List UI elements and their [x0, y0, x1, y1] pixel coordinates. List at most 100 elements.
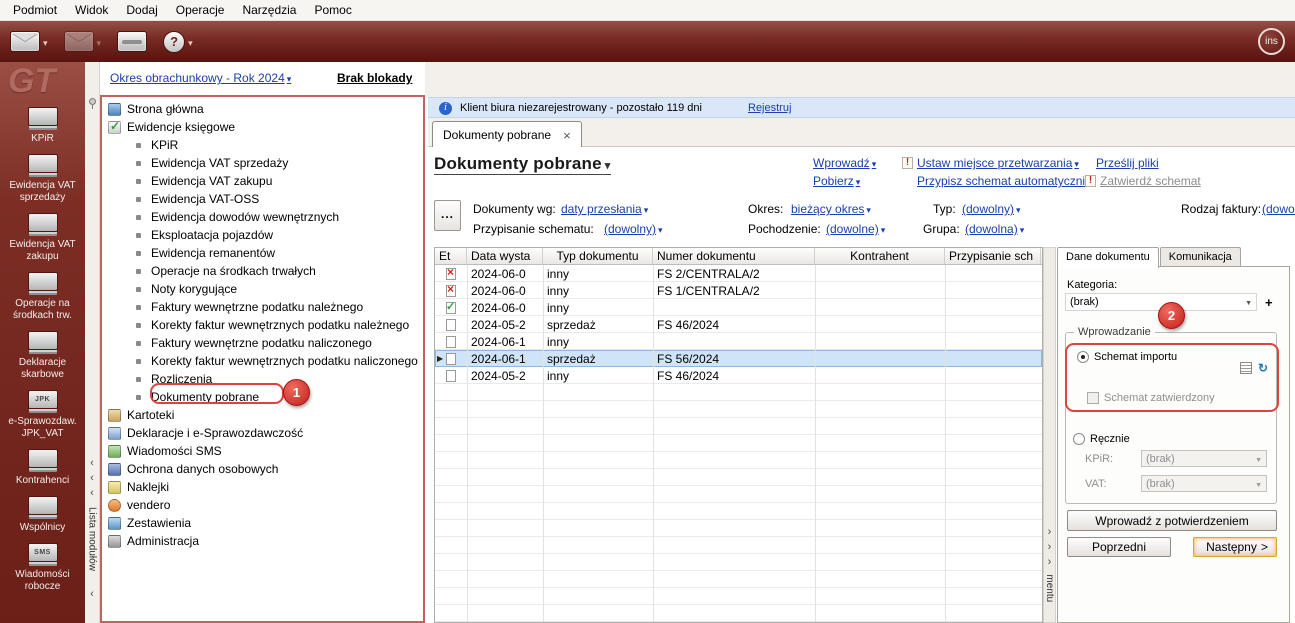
dropdown-caret-icon[interactable]	[188, 35, 193, 49]
przypisz-schemat-link[interactable]: Przypisz schemat automatycznie	[917, 174, 1092, 188]
tree-item[interactable]: Korekty faktur wewnętrznych podatku nale…	[102, 316, 423, 334]
menu-item[interactable]: Pomoc	[305, 0, 360, 20]
tree-item[interactable]: vendero	[102, 496, 423, 514]
lock-status-link[interactable]: Brak blokady	[337, 71, 412, 85]
column-header[interactable]: Kontrahent	[815, 248, 945, 264]
column-header[interactable]: Przypisanie sch	[945, 248, 1041, 264]
column-header[interactable]: Data wysta	[467, 248, 543, 264]
poprzedni-button[interactable]: Poprzedni	[1067, 537, 1171, 557]
accounting-period-link[interactable]: Okres obrachunkowy - Rok 2024	[110, 71, 291, 85]
table-row[interactable]: 2024-05-2 sprzedaż FS 46/2024	[435, 316, 1042, 333]
table-row[interactable]: 2024-06-1 inny	[435, 333, 1042, 350]
insert-logo-badge[interactable]: ins	[1258, 28, 1285, 55]
column-header[interactable]: Numer dokumentu	[653, 248, 815, 264]
help-button[interactable]	[163, 31, 193, 53]
tree-item[interactable]: Kartoteki	[102, 406, 423, 424]
tree-item[interactable]: Ochrona danych osobowych	[102, 460, 423, 478]
tree-item[interactable]: Operacje na środkach trwałych	[102, 262, 423, 280]
dropdown-caret-icon[interactable]	[43, 35, 48, 49]
schemat-importu-option[interactable]: Schemat importu	[1077, 351, 1177, 363]
tree-item[interactable]: Faktury wewnętrzne podatku naliczonego	[102, 334, 423, 352]
column-header[interactable]: Typ dokumentu	[543, 248, 653, 264]
tree-item[interactable]: Deklaracje i e-Sprawozdawczość	[102, 424, 423, 442]
menu-item[interactable]: Narzędzia	[233, 0, 305, 20]
nastepny-button[interactable]: Następny>	[1193, 537, 1277, 557]
filter-przypisanie-value[interactable]: (dowolny)	[604, 222, 663, 236]
send-message-button[interactable]	[64, 31, 102, 52]
tab-komunikacja[interactable]: Komunikacja	[1160, 247, 1241, 267]
table-row[interactable]: 2024-06-0 inny	[435, 299, 1042, 316]
menu-item[interactable]: Widok	[66, 0, 117, 20]
collapse-chevrons[interactable]	[90, 455, 94, 501]
tree-item[interactable]: Ewidencja VAT zakupu	[102, 172, 423, 190]
module-item[interactable]: KPiR	[0, 107, 85, 145]
module-item[interactable]: Kontrahenci	[0, 449, 85, 487]
pin-icon[interactable]	[89, 98, 96, 105]
radio-schemat-importu[interactable]	[1077, 351, 1089, 363]
tree-item[interactable]: Faktury wewnętrzne podatku należnego	[102, 298, 423, 316]
chevron-left-icon[interactable]	[90, 586, 94, 601]
filter-dokumenty-wg-value[interactable]: daty przesłania	[561, 202, 648, 216]
module-item[interactable]: SMS Wiadomości robocze	[0, 543, 85, 593]
table-row[interactable]: 2024-06-0 inny FS 1/CENTRALA/2	[435, 282, 1042, 299]
module-item[interactable]: Ewidencja VAT zakupu	[0, 213, 85, 263]
checkbox-schemat-zatwierdzony[interactable]	[1087, 392, 1099, 404]
add-category-button[interactable]: +	[1265, 295, 1273, 310]
tree-item[interactable]: Ewidencja dowodów wewnętrznych	[102, 208, 423, 226]
table-row[interactable]: 2024-06-1 sprzedaż FS 56/2024	[435, 350, 1042, 367]
wprowadz-link[interactable]: Wprowadź	[813, 156, 876, 170]
tree-item[interactable]: Ewidencja remanentów	[102, 244, 423, 262]
filter-grupa-value[interactable]: (dowolna)	[965, 222, 1024, 236]
module-item[interactable]: Operacje na środkach trw.	[0, 272, 85, 322]
tree-item[interactable]: Korekty faktur wewnętrznych podatku nali…	[102, 352, 423, 370]
tree-item[interactable]: Zestawienia	[102, 514, 423, 532]
refresh-icon[interactable]	[1258, 361, 1268, 375]
tree-item[interactable]: Dokumenty pobrane	[102, 388, 423, 406]
schemat-zatwierdzony-option[interactable]: Schemat zatwierdzony	[1087, 392, 1215, 404]
tab-dane-dokumentu[interactable]: Dane dokumentu	[1057, 247, 1159, 268]
filter-rodzaj-faktury-value[interactable]: (dowolny)	[1262, 202, 1295, 216]
radio-recznie[interactable]	[1073, 433, 1085, 445]
menu-item[interactable]: Dodaj	[117, 0, 166, 20]
ustaw-miejsce-link[interactable]: Ustaw miejsce przetwarzania	[917, 156, 1079, 170]
register-link[interactable]: Rejestruj	[748, 102, 791, 114]
menu-item[interactable]: Podmiot	[4, 0, 66, 20]
module-item[interactable]: Ewidencja VAT sprzedaży	[0, 154, 85, 204]
collapse-chevrons[interactable]	[1048, 524, 1052, 570]
column-header[interactable]: Et	[435, 248, 467, 264]
recznie-option[interactable]: Ręcznie	[1073, 433, 1130, 445]
module-item[interactable]: Wspólnicy	[0, 496, 85, 534]
przeslij-pliki-link[interactable]: Prześlij pliki	[1096, 156, 1159, 170]
tree-item[interactable]: Ewidencja VAT-OSS	[102, 190, 423, 208]
stamp-button[interactable]	[117, 31, 147, 52]
tree-item[interactable]: Noty korygujące	[102, 280, 423, 298]
more-filters-button[interactable]: ...	[434, 200, 461, 231]
tree-item[interactable]: Strona główna	[102, 100, 423, 118]
module-item[interactable]: JPK e-Sprawozdaw. JPK_VAT	[0, 390, 85, 440]
tree-item[interactable]: Administracja	[102, 532, 423, 550]
tree-item[interactable]: Ewidencja VAT sprzedaży	[102, 154, 423, 172]
panel-collapse-strip[interactable]: Dane dokumentu	[1043, 247, 1056, 623]
filter-pochodzenie-value[interactable]: (dowolne)	[826, 222, 885, 236]
menu-item[interactable]: Operacje	[167, 0, 234, 20]
new-message-button[interactable]	[10, 31, 48, 52]
tree-item[interactable]: Eksploatacja pojazdów	[102, 226, 423, 244]
pobierz-link[interactable]: Pobierz	[813, 174, 860, 188]
module-item[interactable]: Deklaracje skarbowe	[0, 331, 85, 381]
wprowadz-z-potwierdzeniem-button[interactable]: Wprowadź z potwierdzeniem	[1067, 510, 1277, 531]
tab-dokumenty-pobrane[interactable]: Dokumenty pobrane	[432, 121, 582, 148]
table-row[interactable]: 2024-05-2 inny FS 46/2024	[435, 367, 1042, 384]
schemat-list-icon[interactable]	[1240, 362, 1252, 374]
tab-close-icon[interactable]	[563, 128, 571, 143]
filter-okres-value[interactable]: bieżący okres	[791, 202, 871, 216]
filter-typ-value[interactable]: (dowolny)	[962, 202, 1021, 216]
tree-item[interactable]: Ewidencje księgowe	[102, 118, 423, 136]
collapsed-tab-label[interactable]: Dane dokumentu	[1044, 574, 1055, 602]
zatwierdz-schemat-link[interactable]: Zatwierdź schemat	[1100, 174, 1201, 188]
page-title[interactable]: Dokumenty pobrane	[434, 154, 611, 175]
tree-item[interactable]: Naklejki	[102, 478, 423, 496]
tree-item[interactable]: Wiadomości SMS	[102, 442, 423, 460]
vat-dropdown[interactable]: (brak)	[1141, 475, 1267, 492]
table-row[interactable]: 2024-06-0 inny FS 2/CENTRALA/2	[435, 265, 1042, 282]
kpir-dropdown[interactable]: (brak)	[1141, 450, 1267, 467]
